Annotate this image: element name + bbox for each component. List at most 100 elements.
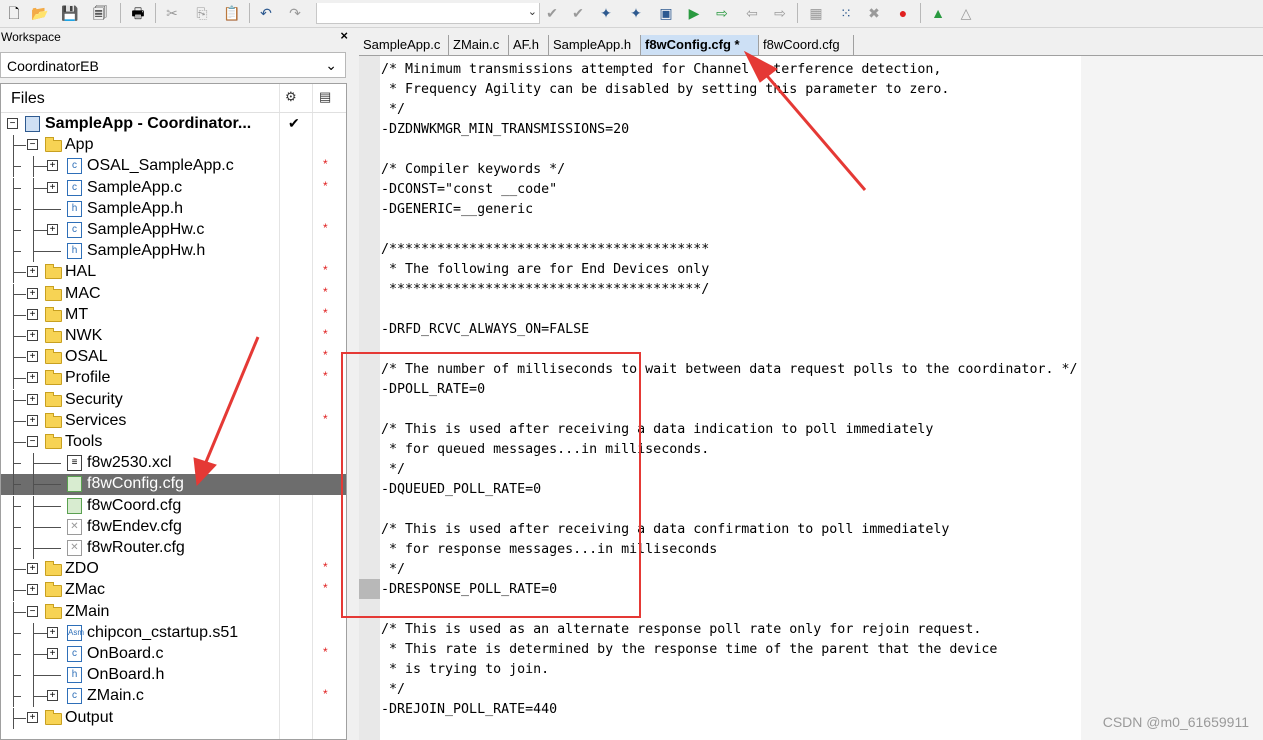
tree-file-row[interactable]: + c ZMain.c * — [1, 686, 346, 708]
editor-tab[interactable]: SampleApp.c — [359, 35, 449, 55]
compile-icon[interactable]: ▶ — [684, 3, 704, 23]
tree-folder-row[interactable]: + Profile * — [1, 368, 346, 390]
editor-tab[interactable]: AF.h — [509, 35, 549, 55]
tree-file-row[interactable]: f8wConfig.cfg — [1, 474, 346, 496]
tree-folder-row[interactable]: + Output — [1, 707, 346, 729]
close-icon[interactable]: × — [340, 28, 348, 43]
tree-file-row[interactable]: f8wCoord.cfg — [1, 495, 346, 517]
expand-icon[interactable]: + — [27, 266, 38, 278]
expand-icon[interactable]: + — [27, 393, 38, 405]
expand-icon[interactable]: + — [27, 372, 38, 384]
tree-folder-row[interactable]: − Tools — [1, 432, 346, 453]
tree-folder-row[interactable]: + NWK * — [1, 326, 346, 347]
expand-icon[interactable]: + — [47, 690, 58, 702]
tree-file-row[interactable]: + c OnBoard.c * — [1, 644, 346, 665]
tree-folder-row[interactable]: + HAL * — [1, 262, 346, 284]
expand-icon[interactable]: + — [47, 648, 58, 659]
header-file-icon: h — [67, 200, 82, 217]
download-icon[interactable]: △ — [956, 3, 976, 23]
tree-project-row[interactable]: − SampleApp - Coordinator... ✔ — [1, 114, 346, 135]
expand-icon[interactable]: + — [27, 563, 38, 575]
tree-connector — [13, 399, 26, 401]
open-icon[interactable]: 📂 — [30, 3, 50, 23]
tree-file-row[interactable]: ≡ f8w2530.xcl — [1, 453, 346, 475]
expand-icon[interactable]: + — [27, 308, 38, 320]
c-file-icon: c — [67, 158, 82, 175]
tree-folder-row[interactable]: + ZDO * — [1, 559, 346, 581]
tree-file-row[interactable]: ✕ f8wRouter.cfg — [1, 538, 346, 559]
tree-folder-row[interactable]: − App — [1, 135, 346, 157]
tree-connector — [13, 230, 21, 231]
expand-icon[interactable]: + — [47, 181, 58, 193]
modified-mark: * — [323, 645, 328, 659]
expand-icon[interactable]: + — [27, 351, 38, 363]
toggle-bookmark-icon[interactable]: ✔ — [542, 3, 562, 23]
debug-icon[interactable]: ▲ — [928, 3, 948, 23]
expand-icon[interactable]: + — [27, 711, 38, 723]
tree-file-row[interactable]: + c SampleApp.c * — [1, 177, 346, 199]
save-all-icon[interactable]: 🗐 — [90, 3, 110, 23]
new-file-icon[interactable]: 🗋 — [4, 3, 24, 23]
tree-folder-row[interactable]: + MAC * — [1, 283, 346, 305]
configuration-select[interactable]: CoordinatorEB ⌄ — [0, 52, 346, 78]
tree-file-row[interactable]: h OnBoard.h — [1, 665, 346, 687]
tree-file-row[interactable]: + c SampleAppHw.c * — [1, 220, 346, 241]
next-bookmark-icon[interactable]: ✔ — [568, 3, 588, 23]
tree-file-row[interactable]: h SampleApp.h — [1, 198, 346, 220]
expand-icon[interactable]: + — [27, 414, 38, 426]
copy-icon[interactable]: ⎘ — [192, 3, 212, 23]
tree-folder-row[interactable]: + OSAL * — [1, 347, 346, 369]
breakpoint-toggle-icon[interactable]: ● — [893, 3, 913, 23]
settings-icon[interactable]: ▤ — [319, 89, 331, 105]
options-icon[interactable]: ⚙ — [285, 89, 297, 105]
expand-icon[interactable]: + — [27, 584, 38, 596]
batch-build-icon[interactable]: ▦ — [806, 3, 826, 23]
c-file-icon: c — [67, 179, 82, 196]
paste-icon[interactable]: 📋 — [222, 3, 242, 23]
config-file-icon — [67, 497, 82, 514]
expand-icon[interactable]: + — [47, 626, 58, 638]
find-icon[interactable]: ✦ — [596, 3, 616, 23]
save-icon[interactable]: 💾 — [60, 3, 80, 23]
expand-icon[interactable]: + — [27, 330, 38, 341]
stop-build-icon[interactable]: ⁙ — [836, 3, 856, 23]
collapse-icon[interactable]: − — [7, 118, 18, 129]
editor-tab[interactable]: f8wConfig.cfg * — [641, 35, 759, 55]
tree-folder-row[interactable]: + ZMac * — [1, 580, 346, 602]
print-icon[interactable]: 🖶 — [128, 3, 148, 23]
tree-file-row[interactable]: + Asm chipcon_cstartup.s51 — [1, 622, 346, 644]
expand-icon[interactable]: + — [27, 287, 38, 299]
rebuild-icon[interactable]: ⇦ — [742, 3, 762, 23]
tree-connector — [33, 526, 61, 528]
collapse-icon[interactable]: − — [27, 436, 38, 447]
collapse-icon[interactable]: − — [27, 605, 38, 617]
collapse-icon[interactable]: − — [27, 139, 38, 151]
undo-icon[interactable]: ↶ — [256, 3, 276, 23]
expand-icon[interactable]: + — [47, 224, 58, 235]
dropdown-icon[interactable]: ⌄ — [528, 5, 537, 18]
expand-icon[interactable]: + — [47, 160, 58, 172]
breakpoint-icon[interactable]: ✖ — [864, 3, 884, 23]
find-next-icon[interactable]: ✦ — [626, 3, 646, 23]
cut-icon[interactable]: ✂ — [162, 3, 182, 23]
tree-connector — [33, 251, 61, 253]
make-icon[interactable]: ⇨ — [712, 3, 732, 23]
editor-tab[interactable]: f8wCoord.cfg — [759, 35, 854, 55]
tree-file-row[interactable]: + c OSAL_SampleApp.c * — [1, 156, 346, 178]
c-file-icon: c — [67, 646, 82, 662]
redo-icon[interactable]: ↷ — [285, 3, 305, 23]
clean-icon[interactable]: ⇨ — [770, 3, 790, 23]
tree-file-row[interactable]: ✕ f8wEndev.cfg — [1, 516, 346, 538]
tree-folder-row[interactable]: + Services * — [1, 410, 346, 432]
tree-folder-row[interactable]: + MT * — [1, 304, 346, 326]
go-to-icon[interactable]: ▣ — [656, 3, 676, 23]
tree-connector — [13, 251, 21, 253]
chevron-down-icon[interactable]: ⌄ — [325, 57, 337, 74]
tree-folder-row[interactable]: + Security — [1, 389, 346, 411]
editor-tab[interactable]: SampleApp.h — [549, 35, 641, 55]
find-combo[interactable]: ⌄ — [316, 3, 540, 24]
tree-folder-row[interactable]: − ZMain — [1, 601, 346, 623]
folder-icon — [45, 349, 62, 365]
editor-tab[interactable]: ZMain.c — [449, 35, 509, 55]
tree-file-row[interactable]: h SampleAppHw.h — [1, 241, 346, 263]
